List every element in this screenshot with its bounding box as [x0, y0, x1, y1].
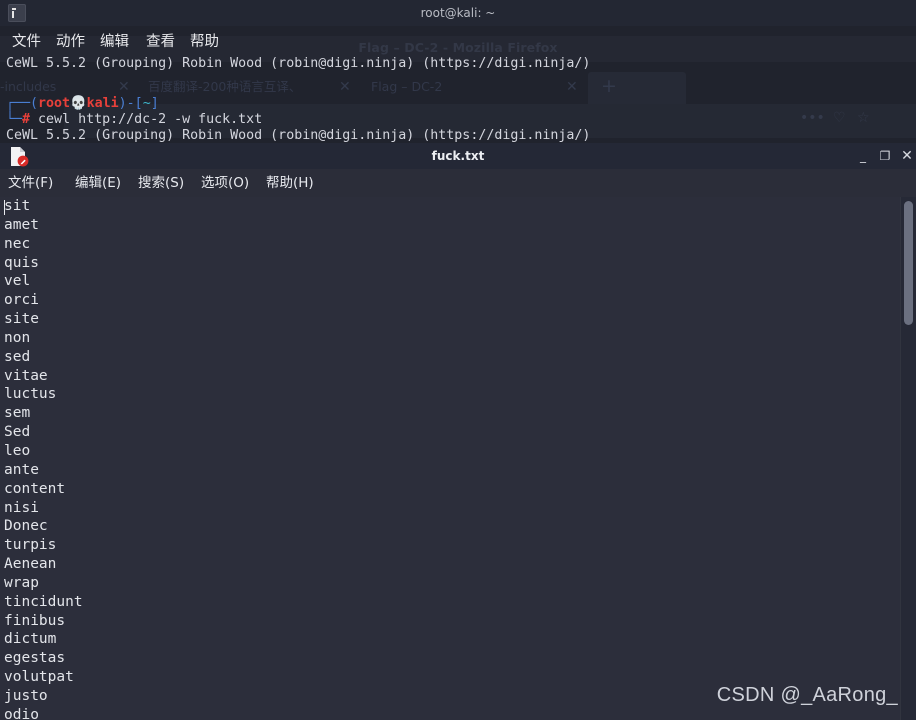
text-editor-window: fuck.txt _ ❐ ✕ 文件(F) 编辑(E) 搜索(S) 选项(O) 帮…	[0, 143, 916, 720]
terminal-window: root@kali: ~ 文件 动作 编辑 查看 帮助 CeWL 5.5.2 (…	[0, 0, 916, 145]
prompt-branch-close: )-[	[118, 96, 143, 111]
prompt-user: root	[38, 96, 71, 111]
skull-icon: 💀	[70, 96, 87, 111]
prompt-host: kali	[86, 96, 119, 111]
terminal-output-area[interactable]: CeWL 5.5.2 (Grouping) Robin Wood (robin@…	[0, 56, 916, 145]
editor-menu-options[interactable]: 选项(O)	[201, 169, 249, 197]
close-button[interactable]: ✕	[896, 143, 916, 169]
editor-titlebar: fuck.txt _ ❐ ✕	[0, 143, 916, 169]
terminal-menu-edit[interactable]: 编辑	[100, 28, 129, 56]
editor-text-area[interactable]: sit amet nec quis vel orci site non sed …	[0, 197, 916, 720]
editor-menu-search[interactable]: 搜索(S)	[138, 169, 184, 197]
terminal-output-line: CeWL 5.5.2 (Grouping) Robin Wood (robin@…	[6, 128, 591, 143]
maximize-button[interactable]: ❐	[874, 143, 896, 169]
terminal-menu-view[interactable]: 查看	[146, 28, 175, 56]
prompt-branch-bottom: └─	[6, 112, 23, 127]
prompt-hash: #	[22, 112, 31, 127]
prompt-cwd: ~	[142, 96, 151, 111]
prompt-bracket-close: ]	[150, 96, 159, 111]
text-cursor	[4, 200, 5, 215]
editor-menu-edit[interactable]: 编辑(E)	[75, 169, 121, 197]
terminal-menu-action[interactable]: 动作	[56, 28, 85, 56]
terminal-window-title: root@kali: ~	[420, 6, 496, 20]
terminal-menubar: 文件 动作 编辑 查看 帮助	[0, 28, 916, 56]
terminal-prompt-line-2: └─# cewl http://dc-2 -w fuck.txt	[6, 112, 262, 128]
prompt-branch-top: ┌──(	[6, 96, 39, 111]
editor-menubar: 文件(F) 编辑(E) 搜索(S) 选项(O) 帮助(H)	[0, 169, 916, 197]
scrollbar-thumb[interactable]	[904, 201, 913, 325]
terminal-titlebar: root@kali: ~	[0, 0, 916, 26]
terminal-menu-help[interactable]: 帮助	[190, 28, 219, 56]
editor-vertical-scrollbar[interactable]	[900, 197, 916, 720]
minimize-button[interactable]: _	[852, 143, 874, 169]
editor-window-title: fuck.txt	[431, 149, 485, 163]
watermark: CSDN @_AaRong_	[716, 684, 898, 706]
editor-content[interactable]: sit amet nec quis vel orci site non sed …	[4, 197, 83, 720]
terminal-prompt-line-1: ┌──(root💀kali)-[~]	[6, 96, 159, 112]
terminal-menu-file[interactable]: 文件	[12, 28, 41, 56]
terminal-output-line: CeWL 5.5.2 (Grouping) Robin Wood (robin@…	[6, 56, 591, 71]
terminal-command: cewl http://dc-2 -w fuck.txt	[38, 112, 263, 127]
editor-menu-file[interactable]: 文件(F)	[8, 169, 53, 197]
editor-menu-help[interactable]: 帮助(H)	[266, 169, 314, 197]
